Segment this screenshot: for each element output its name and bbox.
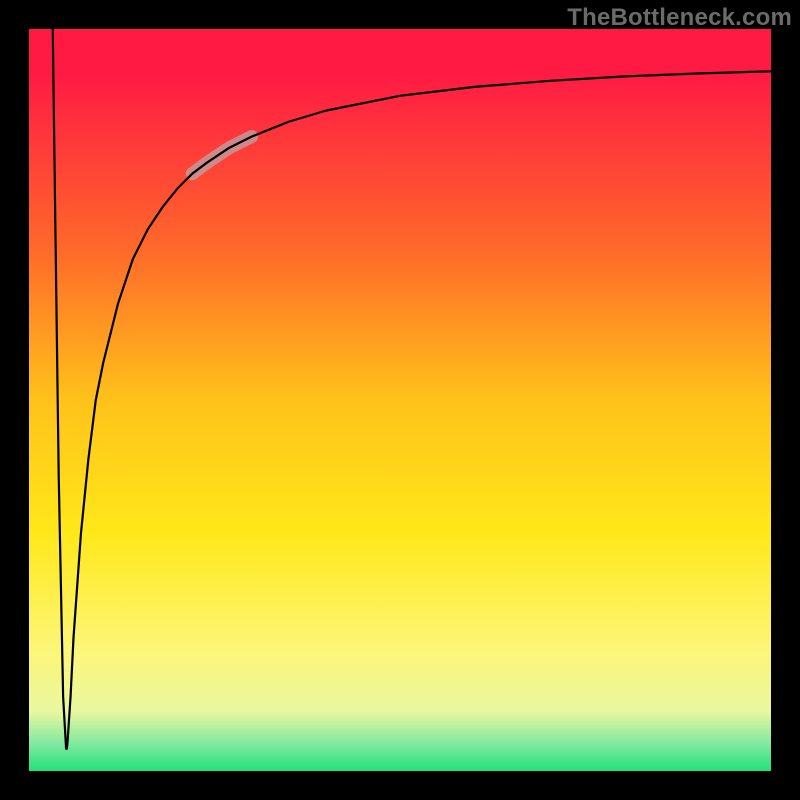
bottleneck-chart: TheBottleneck.com	[0, 0, 800, 800]
plot-background	[29, 29, 771, 771]
attribution-label: TheBottleneck.com	[567, 4, 792, 32]
chart-svg	[0, 0, 800, 800]
